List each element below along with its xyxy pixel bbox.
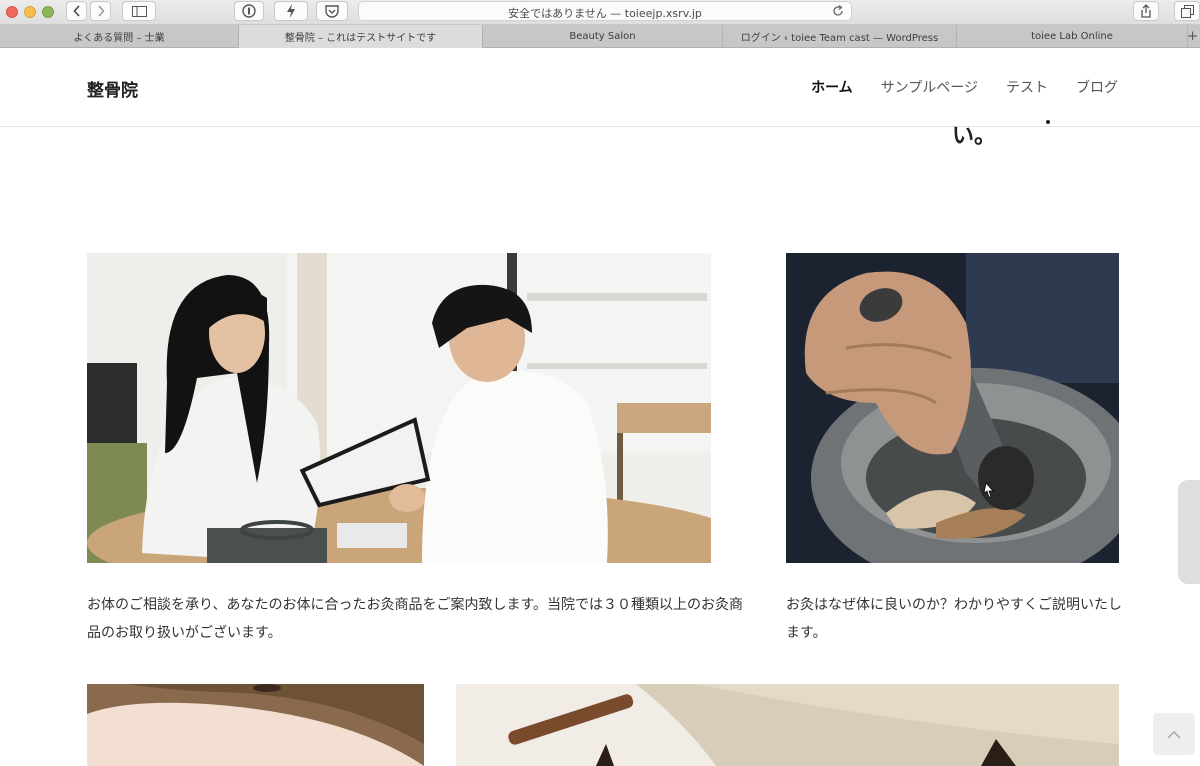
nav-item-home[interactable]: ホーム <box>811 77 853 97</box>
herb-powder-photo <box>87 684 424 766</box>
mortar-and-pestle-photo <box>786 253 1119 563</box>
bolt-icon <box>287 4 295 18</box>
address-text: 安全ではありません — toieejp.xsrv.jp <box>508 7 702 20</box>
site-header: 整骨院 ホーム サンプルページ テスト ブログ <box>0 48 1200 127</box>
arrow-up-icon <box>1167 730 1181 739</box>
sidebar-button[interactable] <box>122 1 156 21</box>
reload-icon[interactable] <box>831 4 845 18</box>
pocket-button[interactable] <box>316 1 348 21</box>
tab-bar: よくある質問 – 士業 整骨院 – これはテストサイトです Beauty Sal… <box>0 25 1200 48</box>
bolt-extension-button[interactable] <box>274 1 308 21</box>
card-caption-mortar: お灸はなぜ体に良いのか？わかりやすくご説明いたします。 <box>786 597 1122 641</box>
onepassword-button[interactable] <box>234 1 264 21</box>
new-tab-button[interactable]: + <box>1187 29 1198 44</box>
back-to-top-button[interactable] <box>1153 713 1195 755</box>
tab-wordpress-login[interactable]: ログイン ‹ toiee Team cast — WordPress <box>723 25 957 48</box>
close-window-button[interactable] <box>6 6 18 18</box>
consultation-photo <box>87 253 711 563</box>
nav-item-sample-page[interactable]: サンプルページ <box>881 77 978 97</box>
show-tabs-button[interactable] <box>1174 1 1200 21</box>
nav-item-test[interactable]: テスト <box>1006 77 1048 97</box>
forward-button[interactable] <box>90 1 111 21</box>
partial-heading-mark <box>1046 120 1050 124</box>
back-icon <box>72 5 80 17</box>
tab-faq[interactable]: よくある質問 – 士業 <box>0 25 239 48</box>
nav-item-blog[interactable]: ブログ <box>1076 77 1118 97</box>
forward-icon <box>97 5 105 17</box>
back-button[interactable] <box>66 1 87 21</box>
tab-seikotsuin[interactable]: 整骨院 – これはテストサイトです <box>239 25 483 48</box>
tabs-icon <box>1180 4 1194 18</box>
onepassword-icon <box>242 4 256 18</box>
card-caption-consultation: お体のご相談を承り、あなたのお体に合ったお灸商品をご案内致します。当院では３０種… <box>87 597 744 641</box>
address-bar[interactable]: 安全ではありません — toieejp.xsrv.jp <box>358 1 852 21</box>
cinnamon-and-burlap-photo <box>456 684 1119 766</box>
sidebar-icon <box>131 5 147 17</box>
partial-heading-text: い。 <box>952 124 997 149</box>
tab-toiee-lab[interactable]: toiee Lab Online <box>957 25 1188 48</box>
side-drawer-tab[interactable] <box>1178 480 1200 584</box>
share-icon <box>1141 4 1151 18</box>
pocket-icon <box>325 4 339 18</box>
site-title[interactable]: 整骨院 <box>87 76 138 101</box>
minimize-window-button[interactable] <box>24 6 36 18</box>
share-button[interactable] <box>1133 1 1159 21</box>
main-nav: ホーム サンプルページ テスト ブログ <box>811 77 1118 97</box>
browser-toolbar: 安全ではありません — toieejp.xsrv.jp <box>0 0 1200 25</box>
zoom-window-button[interactable] <box>42 6 54 18</box>
tab-beauty-salon[interactable]: Beauty Salon <box>483 25 723 48</box>
